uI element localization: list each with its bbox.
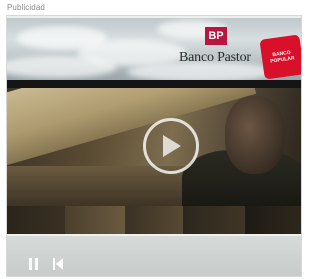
video-filmstrip (7, 206, 301, 234)
rewind-button[interactable] (51, 256, 65, 272)
banco-pastor-logo[interactable]: BP (205, 27, 227, 45)
pause-icon (29, 258, 38, 270)
ad-banner[interactable]: BP Banco Pastor BANCO POPULAR (7, 18, 301, 80)
video-scene-person-head (225, 96, 285, 174)
rewind-icon (53, 258, 63, 270)
ad-label: Publicidad (7, 3, 45, 12)
video-controls (7, 236, 301, 276)
banco-pastor-logo-letters: BP (208, 30, 224, 42)
play-icon (163, 135, 181, 157)
play-button[interactable] (143, 118, 199, 174)
pause-button[interactable] (27, 256, 41, 272)
separator-bar (7, 80, 301, 88)
video-player[interactable] (7, 88, 301, 206)
banco-popular-logo[interactable]: BANCO POPULAR (259, 34, 301, 80)
banco-pastor-name: Banco Pastor (179, 50, 251, 65)
